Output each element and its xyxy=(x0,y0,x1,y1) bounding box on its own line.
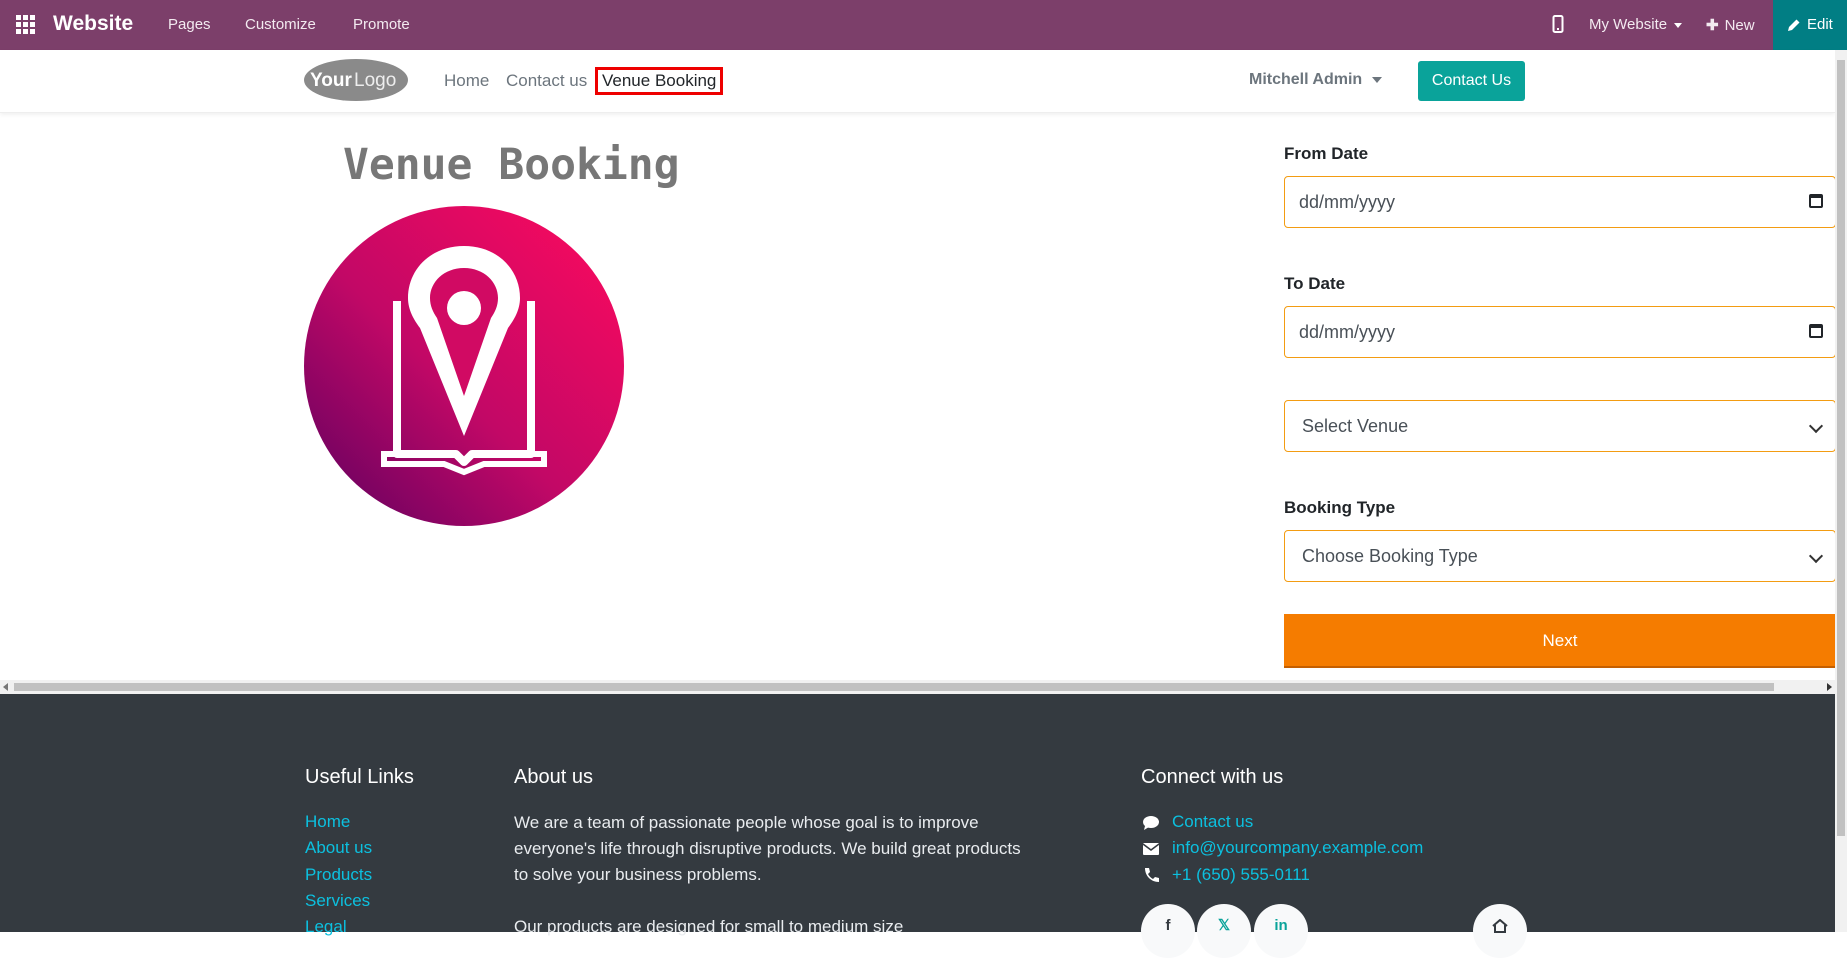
pencil-icon xyxy=(1788,19,1800,31)
from-date-label: From Date xyxy=(1284,144,1369,163)
scrollbar-thumb[interactable] xyxy=(14,683,1774,691)
new-button[interactable]: ✚ New xyxy=(1706,16,1755,34)
footer-link-services[interactable]: Services xyxy=(305,891,370,911)
calendar-icon[interactable] xyxy=(1809,194,1823,208)
about-text-2: Our products are designed for small to m… xyxy=(514,917,904,936)
next-button[interactable]: Next xyxy=(1284,614,1836,668)
useful-links-title: Useful Links xyxy=(305,766,414,788)
site-selector-label: My Website xyxy=(1589,16,1668,33)
new-label: New xyxy=(1724,17,1755,34)
from-date-input[interactable]: dd/mm/yyyy xyxy=(1284,176,1836,228)
plus-icon: ✚ xyxy=(1706,17,1719,34)
envelope-icon xyxy=(1142,843,1160,855)
facebook-icon[interactable]: f xyxy=(1141,904,1195,958)
site-header: Your Logo Home Contact us Venue Booking … xyxy=(0,50,1835,113)
site-logo[interactable]: Your Logo xyxy=(304,58,408,102)
about-title: About us xyxy=(514,766,593,788)
admin-bar: Website Pages Customize Promote My Websi… xyxy=(0,0,1847,50)
venue-select-value: Select Venue xyxy=(1302,416,1409,436)
scroll-right-icon[interactable] xyxy=(1827,683,1832,691)
footer-link-legal[interactable]: Legal xyxy=(305,917,347,937)
menu-customize[interactable]: Customize xyxy=(245,16,316,33)
chat-icon xyxy=(1143,816,1159,830)
contact-us-button[interactable]: Contact Us xyxy=(1418,61,1525,101)
svg-text:Your: Your xyxy=(310,70,352,91)
connect-title: Connect with us xyxy=(1141,766,1284,788)
from-date-placeholder: dd/mm/yyyy xyxy=(1299,192,1396,212)
linkedin-icon[interactable]: in xyxy=(1254,904,1308,958)
svg-text:Logo: Logo xyxy=(354,70,396,91)
chevron-down-icon xyxy=(1808,418,1824,434)
vertical-scrollbar[interactable] xyxy=(1835,50,1847,932)
admin-brand[interactable]: Website xyxy=(53,12,133,36)
nav-venue-booking[interactable]: Venue Booking xyxy=(595,67,724,95)
footer-phone-link[interactable]: +1 (650) 555-0111 xyxy=(1172,865,1310,885)
scrollbar-thumb[interactable] xyxy=(1837,60,1845,836)
home-icon[interactable] xyxy=(1473,904,1527,958)
chevron-down-icon xyxy=(1808,548,1824,564)
caret-down-icon xyxy=(1372,76,1383,83)
venue-select[interactable]: Select Venue xyxy=(1284,400,1836,452)
footer-contact-link[interactable]: Contact us xyxy=(1172,812,1253,832)
edit-label: Edit xyxy=(1807,16,1833,33)
apps-grid-icon[interactable] xyxy=(16,15,36,35)
page-title: Venue Booking xyxy=(343,140,680,190)
footer-link-products[interactable]: Products xyxy=(305,865,372,885)
user-menu[interactable]: Mitchell Admin xyxy=(1249,71,1383,89)
mobile-preview-icon[interactable] xyxy=(1552,15,1564,37)
booking-type-select[interactable]: Choose Booking Type xyxy=(1284,530,1836,582)
horizontal-scrollbar[interactable] xyxy=(0,680,1835,694)
booking-type-label: Booking Type xyxy=(1284,498,1396,517)
nav-home[interactable]: Home xyxy=(444,71,489,91)
scroll-left-icon[interactable] xyxy=(3,683,8,691)
footer: Useful Links Home About us Products Serv… xyxy=(0,694,1835,958)
footer-email-link[interactable]: info@yourcompany.example.com xyxy=(1172,838,1423,858)
about-text: We are a team of passionate people whose… xyxy=(514,813,1021,884)
user-name: Mitchell Admin xyxy=(1249,71,1363,88)
x-twitter-icon[interactable]: 𝕏 xyxy=(1197,904,1251,958)
phone-icon xyxy=(1145,868,1159,882)
to-date-placeholder: dd/mm/yyyy xyxy=(1299,322,1396,342)
calendar-icon[interactable] xyxy=(1809,324,1823,338)
edit-button[interactable]: Edit xyxy=(1773,0,1847,50)
footer-link-about[interactable]: About us xyxy=(305,838,372,858)
nav-contact-us[interactable]: Contact us xyxy=(506,71,587,91)
site-selector[interactable]: My Website xyxy=(1589,16,1683,33)
to-date-label: To Date xyxy=(1284,274,1346,293)
footer-link-home[interactable]: Home xyxy=(305,812,350,832)
to-date-input[interactable]: dd/mm/yyyy xyxy=(1284,306,1836,358)
venue-booking-icon xyxy=(304,206,624,526)
chevron-down-icon xyxy=(1674,22,1683,28)
menu-pages[interactable]: Pages xyxy=(168,16,211,33)
menu-promote[interactable]: Promote xyxy=(353,16,410,33)
booking-type-value: Choose Booking Type xyxy=(1302,546,1478,566)
